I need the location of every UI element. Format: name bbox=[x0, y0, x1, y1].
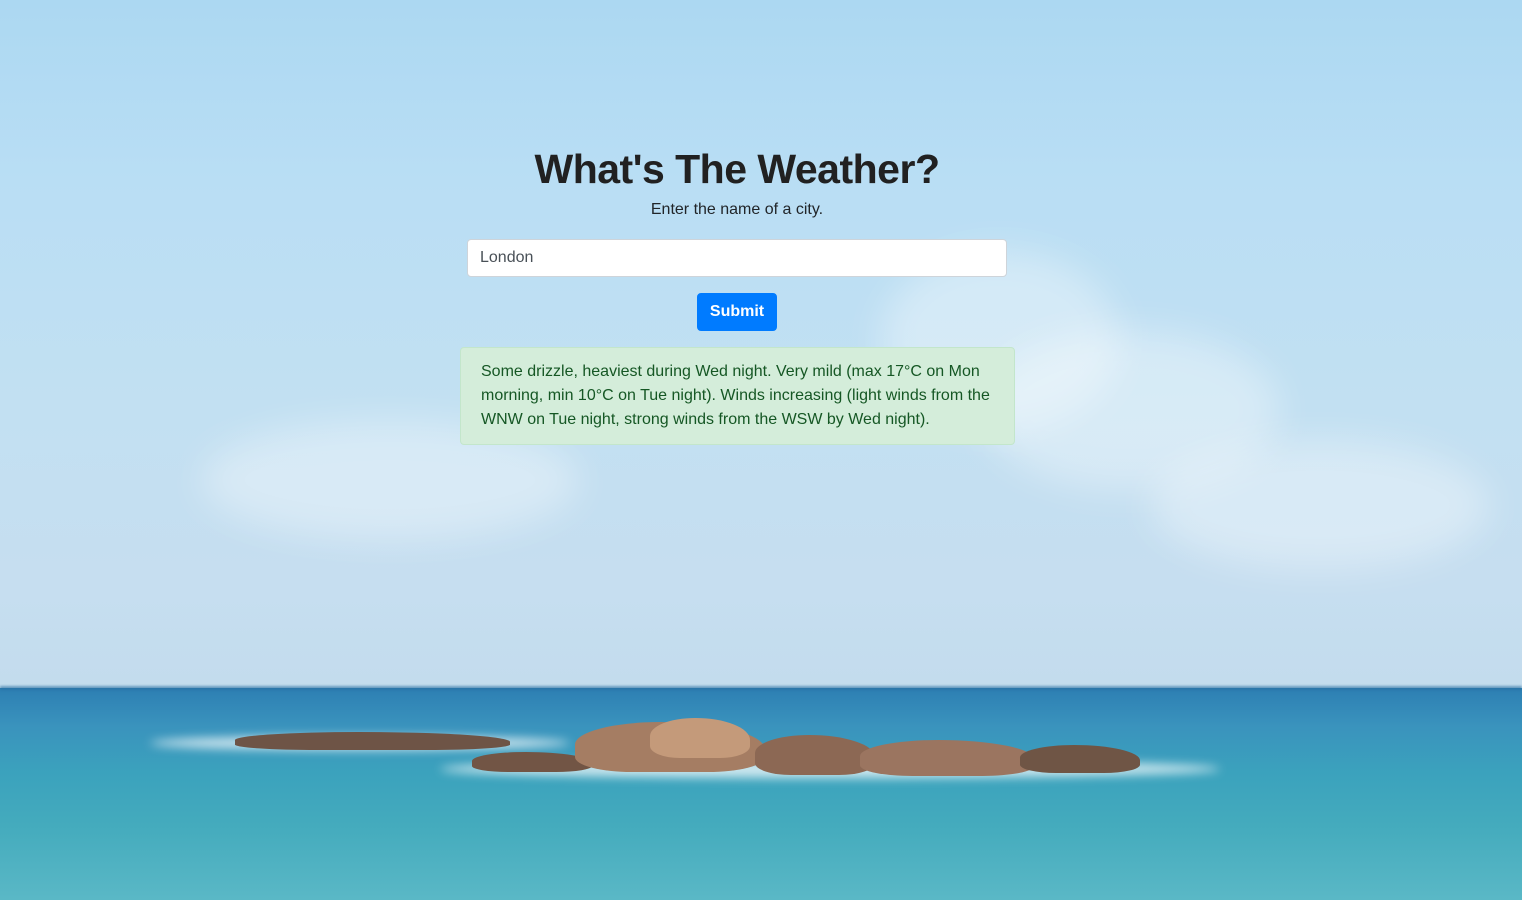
rock bbox=[472, 752, 592, 772]
page-title: What's The Weather? bbox=[534, 146, 940, 192]
horizon bbox=[0, 686, 1522, 690]
rock bbox=[860, 740, 1035, 776]
city-input[interactable] bbox=[467, 239, 1007, 277]
background-image bbox=[0, 0, 1522, 900]
rock bbox=[755, 735, 875, 775]
rock bbox=[1020, 745, 1140, 773]
submit-button[interactable]: Submit bbox=[697, 293, 777, 331]
rock bbox=[650, 718, 750, 758]
cloud bbox=[1150, 440, 1490, 570]
page-subtitle: Enter the name of a city. bbox=[650, 201, 824, 218]
sea bbox=[0, 688, 1522, 900]
rock-small bbox=[235, 732, 510, 750]
weather-result-alert: Some drizzle, heaviest during Wed night.… bbox=[460, 347, 1015, 445]
